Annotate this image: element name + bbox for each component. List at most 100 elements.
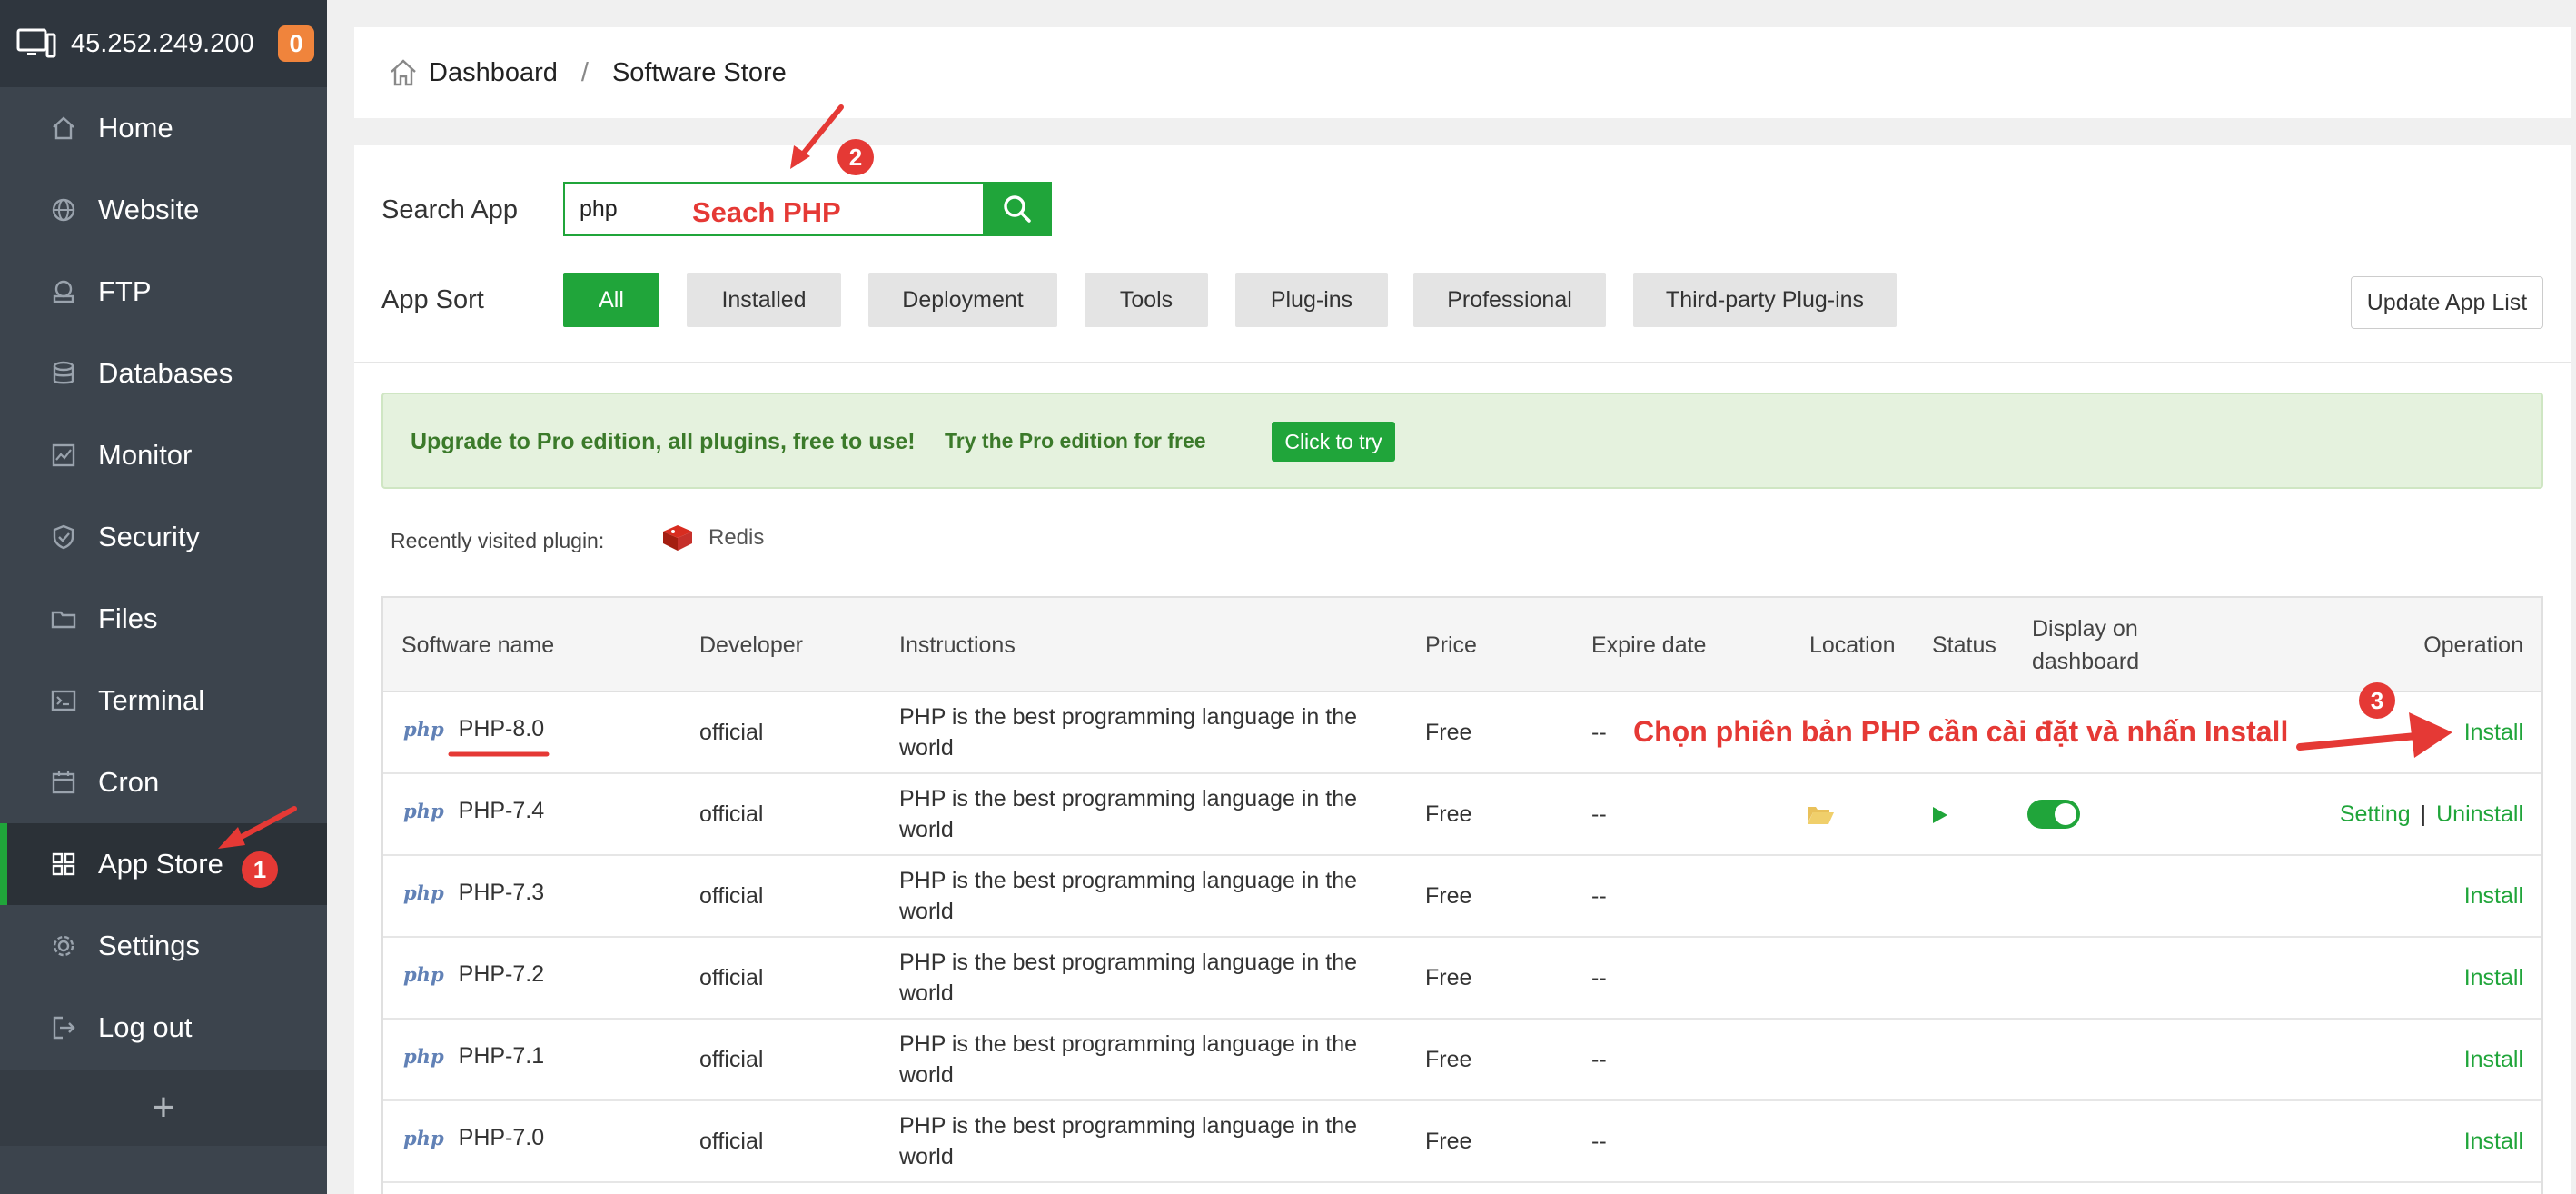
price: Free bbox=[1425, 1129, 1472, 1154]
grid-icon bbox=[49, 850, 78, 879]
breadcrumb-dashboard[interactable]: Dashboard bbox=[429, 58, 558, 88]
step-1-badge: 1 bbox=[242, 851, 278, 888]
operation-separator: | bbox=[2420, 801, 2427, 827]
step-3-badge: 3 bbox=[2359, 682, 2395, 719]
calendar-icon bbox=[49, 768, 78, 797]
shield-icon bbox=[49, 522, 78, 552]
sidebar-item-label: App Store bbox=[98, 848, 223, 880]
price: Free bbox=[1425, 720, 1472, 745]
annotation-search-php: Seach PHP bbox=[692, 196, 841, 228]
sort-plugins[interactable]: Plug-ins bbox=[1235, 273, 1388, 327]
sidebar-item-monitor[interactable]: Monitor bbox=[0, 414, 327, 496]
software-name: php PHP-7.2 bbox=[403, 961, 544, 988]
monitor-icon bbox=[49, 441, 78, 470]
developer: official bbox=[699, 1129, 764, 1154]
developer: official bbox=[699, 720, 764, 745]
sort-professional[interactable]: Professional bbox=[1413, 273, 1606, 327]
install-link[interactable]: Install bbox=[2464, 1129, 2523, 1155]
breadcrumb-separator: / bbox=[580, 57, 589, 87]
sort-label: App Sort bbox=[381, 285, 484, 314]
sidebar-item-website[interactable]: Website bbox=[0, 169, 327, 251]
globe-icon bbox=[49, 195, 78, 224]
sidebar-item-label: Settings bbox=[98, 930, 201, 961]
sidebar-item-cron[interactable]: Cron bbox=[0, 741, 327, 823]
folder-open-icon[interactable] bbox=[1806, 801, 1835, 827]
col-display-line1: Display on bbox=[2032, 616, 2138, 642]
breadcrumb-current: Software Store bbox=[611, 57, 787, 87]
notification-badge[interactable]: 0 bbox=[278, 25, 314, 62]
software-name-text: PHP-7.3 bbox=[458, 880, 545, 905]
price: Free bbox=[1425, 801, 1472, 827]
install-link[interactable]: Install bbox=[2464, 883, 2523, 910]
software-name: php PHP-7.3 bbox=[403, 880, 544, 906]
expire-date: -- bbox=[1591, 1047, 1607, 1072]
sidebar-item-label: Security bbox=[98, 521, 200, 552]
sort-all[interactable]: All bbox=[563, 273, 659, 327]
col-location: Location bbox=[1809, 632, 1896, 658]
search-button[interactable] bbox=[983, 182, 1052, 236]
gear-icon bbox=[49, 931, 78, 960]
sidebar: 45.252.249.200 0 Home Website FTP Databa… bbox=[0, 0, 327, 1194]
sidebar-item-label: Terminal bbox=[98, 684, 205, 716]
home-icon bbox=[391, 59, 416, 86]
install-link[interactable]: Install bbox=[2464, 720, 2523, 746]
software-name-text: PHP-8.0 bbox=[458, 716, 545, 741]
software-name-text: PHP-7.4 bbox=[458, 798, 545, 823]
sidebar-item-label: Log out bbox=[98, 1011, 193, 1043]
promo-headline: Upgrade to Pro edition, all plugins, fre… bbox=[411, 429, 916, 454]
logout-icon bbox=[49, 1013, 78, 1042]
php-logo-icon: php bbox=[403, 963, 444, 986]
sort-deployment[interactable]: Deployment bbox=[868, 273, 1057, 327]
sort-third-party[interactable]: Third-party Plug-ins bbox=[1633, 273, 1897, 327]
col-display-line2: dashboard bbox=[2032, 649, 2140, 674]
expire-date: -- bbox=[1591, 801, 1607, 827]
software-table: Software name Developer Instructions Pri… bbox=[381, 596, 2543, 1194]
software-name-text: PHP-7.2 bbox=[458, 961, 545, 987]
sidebar-item-files[interactable]: Files bbox=[0, 578, 327, 660]
recent-plugin-redis[interactable]: Redis bbox=[661, 523, 764, 552]
sidebar-item-security[interactable]: Security bbox=[0, 496, 327, 578]
sidebar-item-label: FTP bbox=[98, 275, 152, 307]
computer-icon bbox=[16, 28, 56, 58]
php-logo-icon: php bbox=[403, 800, 444, 822]
database-icon bbox=[49, 359, 78, 388]
sidebar-item-logout[interactable]: Log out bbox=[0, 987, 327, 1069]
expire-date: -- bbox=[1591, 1129, 1607, 1154]
sidebar-item-settings[interactable]: Settings bbox=[0, 905, 327, 987]
uninstall-link[interactable]: Uninstall bbox=[2436, 801, 2523, 827]
sidebar-item-ftp[interactable]: FTP bbox=[0, 251, 327, 333]
expire-date: -- bbox=[1591, 965, 1607, 990]
instructions: PHP is the best programming language in … bbox=[899, 704, 1358, 761]
play-icon[interactable] bbox=[1927, 803, 1951, 827]
click-to-try-button[interactable]: Click to try bbox=[1272, 422, 1395, 462]
setting-link[interactable]: Setting bbox=[2340, 801, 2411, 827]
php-logo-icon: php bbox=[403, 1045, 444, 1068]
update-app-list-button[interactable]: Update App List bbox=[2351, 276, 2543, 329]
instructions: PHP is the best programming language in … bbox=[899, 1113, 1358, 1169]
sidebar-item-home[interactable]: Home bbox=[0, 87, 327, 169]
add-button[interactable]: + bbox=[0, 1070, 327, 1146]
ftp-icon bbox=[49, 277, 78, 306]
instructions: PHP is the best programming language in … bbox=[899, 786, 1358, 842]
sidebar-item-label: Monitor bbox=[98, 439, 193, 471]
sidebar-item-databases[interactable]: Databases bbox=[0, 333, 327, 414]
sidebar-item-app-store[interactable]: App Store bbox=[0, 823, 327, 905]
recent-plugin-name: Redis bbox=[708, 525, 765, 550]
developer: official bbox=[699, 883, 764, 909]
server-ip: 45.252.249.200 bbox=[71, 28, 254, 58]
developer: official bbox=[699, 1047, 764, 1072]
display-dashboard-toggle[interactable] bbox=[2027, 800, 2080, 829]
sort-tools[interactable]: Tools bbox=[1085, 273, 1208, 327]
install-link[interactable]: Install bbox=[2464, 1047, 2523, 1073]
install-link[interactable]: Install bbox=[2464, 965, 2523, 991]
instructions: PHP is the best programming language in … bbox=[899, 868, 1358, 924]
sort-installed[interactable]: Installed bbox=[687, 273, 841, 327]
expire-date: -- bbox=[1591, 883, 1607, 909]
search-label: Search App bbox=[381, 195, 518, 224]
software-name: php PHP-7.4 bbox=[403, 798, 544, 824]
step-2-badge: 2 bbox=[837, 139, 874, 175]
sidebar-item-label: Website bbox=[98, 194, 200, 225]
sidebar-item-terminal[interactable]: Terminal bbox=[0, 660, 327, 741]
table-header: Software name Developer Instructions Pri… bbox=[383, 598, 2541, 692]
software-name-text: PHP-7.0 bbox=[458, 1125, 545, 1150]
